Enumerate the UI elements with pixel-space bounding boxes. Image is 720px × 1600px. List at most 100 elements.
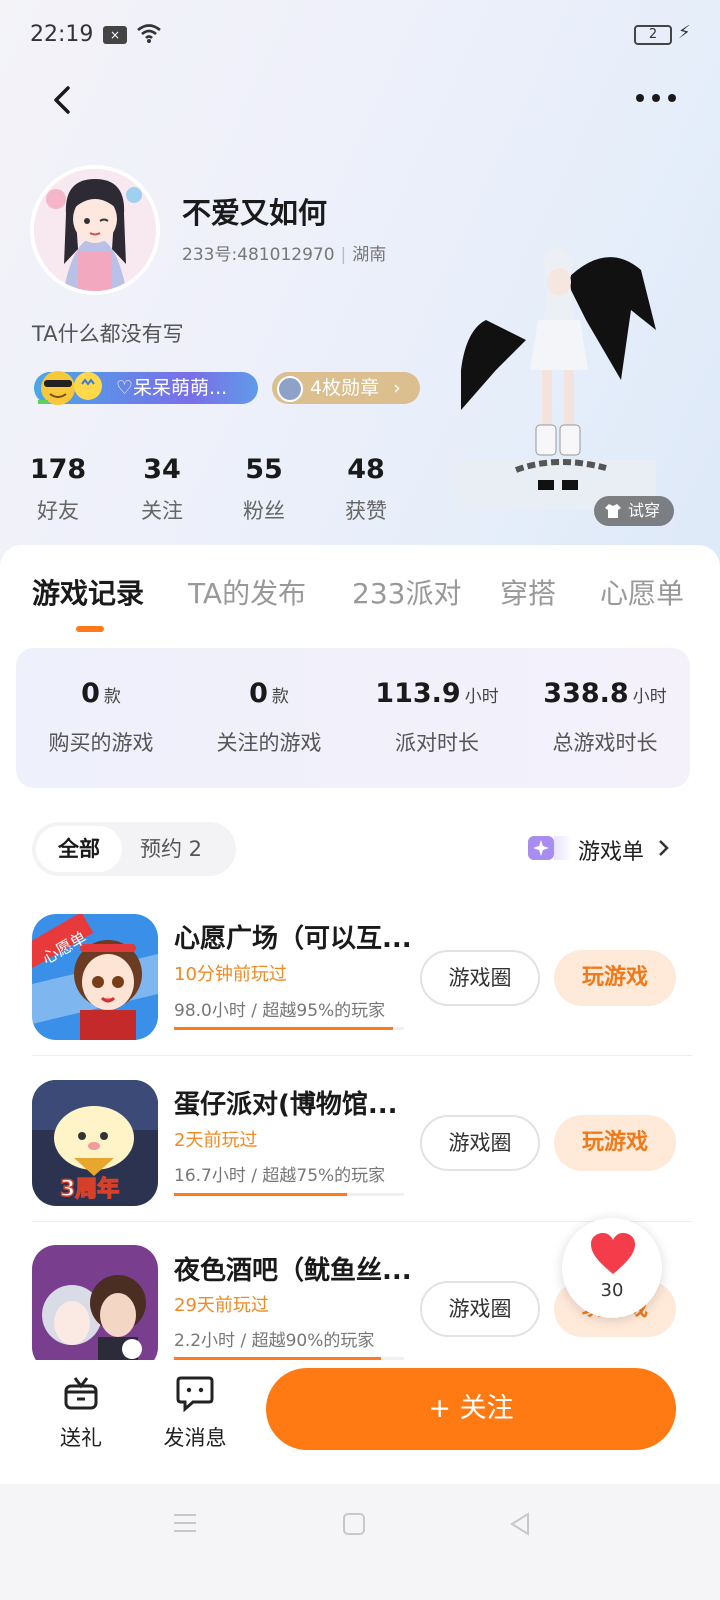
message-label: 发消息	[163, 1426, 227, 1450]
user-id: 233号:481012970	[182, 245, 335, 265]
game-list-link[interactable]: 游戏单	[578, 834, 644, 866]
heart-icon	[591, 1233, 635, 1274]
wifi-icon	[137, 24, 161, 43]
stat-value: 48	[347, 454, 385, 485]
summary-followed: 0款 关注的游戏	[184, 678, 354, 757]
like-count: 30	[600, 1280, 624, 1301]
gift-label: 送礼	[60, 1426, 102, 1450]
stat-label: 粉丝	[243, 499, 285, 523]
stat-label: 获赞	[345, 499, 387, 523]
tab-party[interactable]: 233派对	[352, 572, 461, 612]
stat-value: 34	[143, 454, 181, 485]
user-location: 湖南	[352, 245, 387, 265]
stat-label: 关注	[141, 499, 183, 523]
summary-value: 113.9	[375, 678, 461, 709]
club-badge-label: ♡呆呆萌萌...	[116, 377, 228, 399]
play-game-button[interactable]: 玩游戏	[554, 950, 676, 1006]
stat-following[interactable]: 34 关注	[112, 454, 212, 525]
more-options-icon[interactable]	[632, 88, 682, 108]
system-navigation-bar	[0, 1484, 720, 1600]
stat-value: 178	[29, 454, 87, 485]
home-icon[interactable]	[342, 1512, 366, 1536]
chat-bubble-icon	[176, 1376, 214, 1412]
tab-indicator	[76, 626, 104, 632]
summary-label: 总游戏时长	[552, 731, 658, 755]
uid-separator: |	[340, 245, 347, 265]
like-button[interactable]: 30	[562, 1218, 662, 1318]
game-play-stats: 16.7小时 / 超越75%的玩家	[174, 1166, 386, 1186]
game-circle-button[interactable]: 游戏圈	[420, 950, 540, 1006]
play-game-button[interactable]: 玩游戏	[554, 1115, 676, 1171]
game-icon-wish-plaza[interactable]: 心愿单	[32, 914, 158, 1040]
summary-label: 派对时长	[395, 731, 479, 755]
notification-x-icon: ×	[103, 26, 127, 44]
sparkle-icon-glow	[554, 836, 572, 860]
summary-value: 0	[249, 678, 268, 709]
game-progress-fill	[174, 1193, 347, 1196]
game-last-played: 29天前玩过	[174, 1295, 269, 1316]
summary-label: 购买的游戏	[48, 731, 154, 755]
try-on-label: 试穿	[628, 501, 661, 520]
game-play-stats: 2.2小时 / 超越90%的玩家	[174, 1331, 375, 1351]
3d-avatar-figure[interactable]	[456, 240, 656, 510]
summary-value: 338.8	[543, 678, 629, 709]
status-time: 22:19	[30, 22, 94, 47]
row-divider	[32, 1055, 692, 1056]
stat-fans[interactable]: 55 粉丝	[214, 454, 314, 525]
game-progress-fill	[174, 1027, 393, 1030]
game-progress-track	[174, 1193, 404, 1196]
medal-icon	[277, 376, 303, 402]
summary-unit: 小时	[464, 687, 499, 707]
user-bio: TA什么都没有写	[32, 322, 184, 346]
gift-icon	[64, 1377, 98, 1410]
summary-party-time: 113.9 小时 派对时长	[352, 678, 522, 757]
summary-value: 0	[81, 678, 100, 709]
back-arrow-icon[interactable]	[44, 80, 84, 120]
sparkle-icon	[528, 836, 554, 860]
game-title[interactable]: 蛋仔派对(博物馆...	[174, 1084, 420, 1121]
shirt-icon	[605, 504, 621, 518]
game-circle-button[interactable]: 游戏圈	[420, 1115, 540, 1171]
game-title[interactable]: 心愿广场（可以互...	[174, 918, 420, 955]
summary-unit: 款	[103, 687, 121, 707]
game-last-played: 10分钟前玩过	[174, 964, 287, 985]
game-title[interactable]: 夜色酒吧（鱿鱼丝...	[174, 1250, 420, 1287]
user-id-line: 233号:481012970 | 湖南	[182, 240, 386, 265]
avatar[interactable]	[30, 165, 160, 295]
filter-reserve[interactable]: 预约 2	[140, 826, 202, 872]
game-play-stats: 98.0小时 / 超越95%的玩家	[174, 1001, 386, 1021]
summary-unit: 小时	[632, 687, 667, 707]
tab-wishlist[interactable]: 心愿单	[600, 572, 684, 612]
menu-icon[interactable]	[172, 1512, 198, 1534]
avatar-illustration	[34, 169, 156, 291]
tab-game-records[interactable]: 游戏记录	[32, 572, 144, 612]
game-icon-eggy-party[interactable]: 3周年	[32, 1080, 158, 1206]
follow-button[interactable]: + 关注	[266, 1368, 676, 1450]
anniversary-tag-text: 3周年	[60, 1176, 119, 1202]
stat-value: 55	[245, 454, 283, 485]
back-triangle-icon[interactable]	[508, 1512, 532, 1536]
stat-friends[interactable]: 178 好友	[8, 454, 108, 525]
game-icon-night-bar[interactable]	[32, 1245, 158, 1371]
game-last-played: 2天前玩过	[174, 1130, 258, 1151]
summary-purchased: 0款 购买的游戏	[16, 678, 186, 757]
medal-badge-label: 4枚勋章	[310, 377, 380, 399]
tab-posts[interactable]: TA的发布	[188, 572, 306, 612]
battery-icon: 2	[634, 25, 672, 45]
gift-button[interactable]: 送礼	[36, 1372, 126, 1452]
summary-unit: 款	[271, 687, 289, 707]
summary-label: 关注的游戏	[216, 731, 322, 755]
filter-all[interactable]: 全部	[36, 826, 122, 872]
chevron-right-icon: ›	[393, 377, 401, 399]
tab-outfits[interactable]: 穿搭	[500, 572, 556, 612]
game-circle-button[interactable]: 游戏圈	[420, 1281, 540, 1337]
emoji-badge-icon	[38, 371, 102, 405]
nickname: 不爱又如何	[182, 196, 328, 230]
stat-label: 好友	[37, 499, 79, 523]
game-progress-track	[174, 1027, 404, 1030]
summary-total-time: 338.8 小时 总游戏时长	[520, 678, 690, 757]
stat-likes[interactable]: 48 获赞	[316, 454, 416, 525]
charging-icon: ⚡	[678, 22, 691, 43]
message-button[interactable]: 发消息	[150, 1372, 240, 1452]
chevron-right-icon[interactable]	[655, 838, 671, 858]
